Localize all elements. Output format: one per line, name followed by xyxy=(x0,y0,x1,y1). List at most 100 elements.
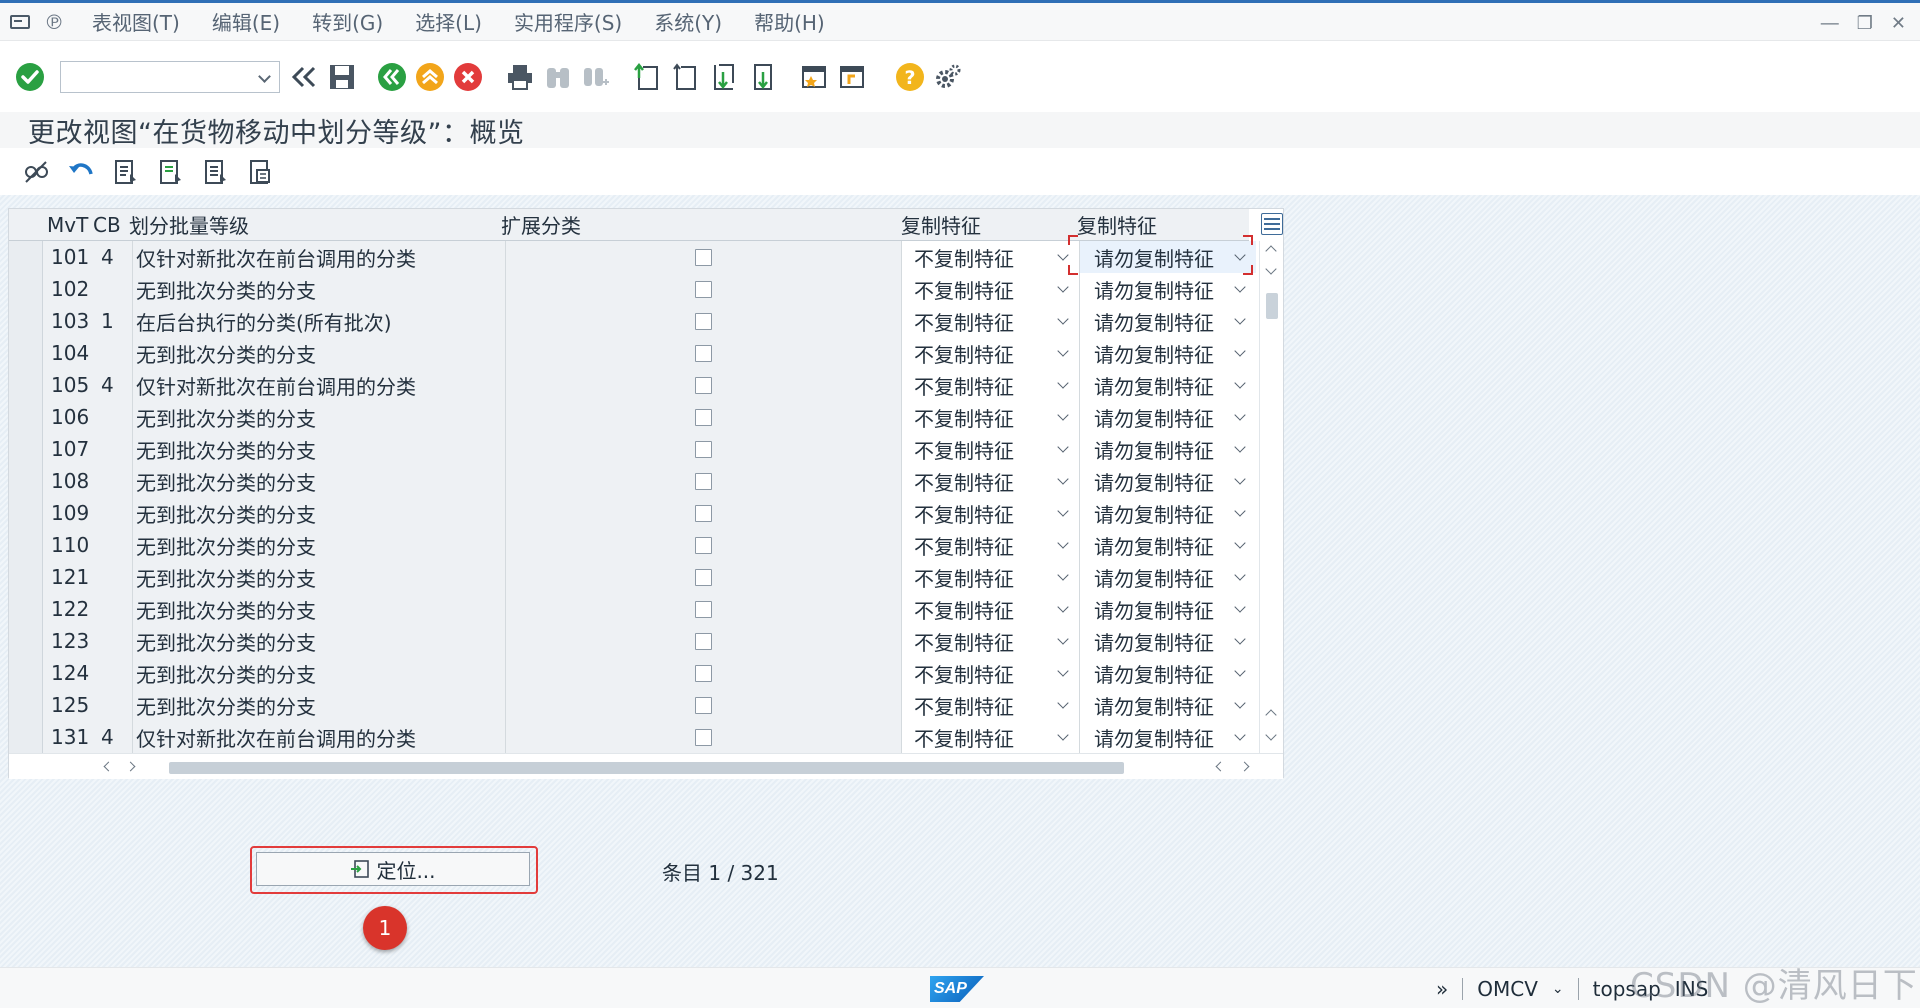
copy-characteristics-dropdown-2[interactable]: 请勿复制特征 xyxy=(1080,369,1256,401)
extended-class-checkbox[interactable] xyxy=(695,664,712,682)
exit-icon[interactable] xyxy=(414,61,446,93)
row-selector[interactable] xyxy=(9,561,43,593)
table-settings-icon[interactable] xyxy=(1261,213,1283,235)
copy-characteristics-dropdown-2[interactable]: 请勿复制特征 xyxy=(1080,497,1256,529)
extended-class-checkbox[interactable] xyxy=(695,728,712,746)
cancel-icon[interactable] xyxy=(452,61,484,93)
extended-class-checkbox[interactable] xyxy=(695,376,712,394)
vertical-scroll-thumb[interactable] xyxy=(1266,293,1278,319)
scroll-up-icon[interactable] xyxy=(1265,245,1277,257)
copy-characteristics-dropdown-2[interactable]: 请勿复制特征 xyxy=(1080,529,1256,561)
copy-characteristics-dropdown-1[interactable]: 不复制特征 xyxy=(902,497,1080,529)
position-button[interactable]: 定位... xyxy=(256,852,530,886)
scroll-left-icon[interactable] xyxy=(103,761,114,772)
header-copy-characteristics-2[interactable]: 复制特征 xyxy=(1077,209,1157,240)
copy-characteristics-dropdown-2[interactable]: 请勿复制特征 xyxy=(1080,337,1256,369)
extended-class-checkbox[interactable] xyxy=(695,280,712,298)
extended-class-checkbox[interactable] xyxy=(695,408,712,426)
new-entries-icon[interactable] xyxy=(110,156,142,188)
horizontal-scroll-thumb[interactable] xyxy=(169,762,1124,774)
copy-characteristics-dropdown-1[interactable]: 不复制特征 xyxy=(902,273,1080,305)
close-window-icon[interactable]: ✕ xyxy=(1891,13,1906,34)
copy-characteristics-dropdown-2[interactable]: 请勿复制特征 xyxy=(1080,721,1256,753)
horizontal-scrollbar[interactable] xyxy=(9,753,1283,779)
menu-goto[interactable]: 转到(G) xyxy=(312,7,383,36)
scroll-right-end-icon[interactable] xyxy=(1239,761,1250,772)
extended-class-checkbox[interactable] xyxy=(695,440,712,458)
back-double-icon[interactable] xyxy=(288,61,320,93)
header-extended-class[interactable]: 扩展分类 xyxy=(501,209,581,240)
select-all-header[interactable] xyxy=(9,209,43,240)
row-selector[interactable] xyxy=(9,337,43,369)
copy-characteristics-dropdown-1[interactable]: 不复制特征 xyxy=(902,305,1080,337)
extended-class-checkbox[interactable] xyxy=(695,248,712,266)
prev-page-icon[interactable] xyxy=(670,61,702,93)
extended-class-checkbox[interactable] xyxy=(695,600,712,618)
menu-selection[interactable]: 选择(L) xyxy=(415,7,482,36)
copy-characteristics-dropdown-1[interactable]: 不复制特征 xyxy=(902,241,1080,273)
row-selector[interactable] xyxy=(9,369,43,401)
minimize-icon[interactable]: ― xyxy=(1821,13,1839,34)
copy-characteristics-dropdown-2[interactable]: 请勿复制特征 xyxy=(1080,689,1256,721)
help-icon[interactable]: ? xyxy=(894,61,926,93)
row-selector[interactable] xyxy=(9,721,43,753)
header-cb[interactable]: CB xyxy=(93,209,121,240)
copy-characteristics-dropdown-1[interactable]: 不复制特征 xyxy=(902,689,1080,721)
copy-characteristics-dropdown-2[interactable]: 请勿复制特征 xyxy=(1080,401,1256,433)
page-down-icon[interactable] xyxy=(1265,729,1277,741)
copy-characteristics-dropdown-1[interactable]: 不复制特征 xyxy=(902,337,1080,369)
row-selector[interactable] xyxy=(9,433,43,465)
row-selector[interactable] xyxy=(9,625,43,657)
row-selector[interactable] xyxy=(9,273,43,305)
menu-system[interactable]: 系统(Y) xyxy=(654,7,722,36)
copy-characteristics-dropdown-1[interactable]: 不复制特征 xyxy=(902,433,1080,465)
command-field[interactable] xyxy=(60,61,280,93)
copy-characteristics-dropdown-1[interactable]: 不复制特征 xyxy=(902,369,1080,401)
row-selector[interactable] xyxy=(9,657,43,689)
copy-characteristics-dropdown-1[interactable]: 不复制特征 xyxy=(902,465,1080,497)
copy-characteristics-dropdown-1[interactable]: 不复制特征 xyxy=(902,401,1080,433)
copy-characteristics-dropdown-1[interactable]: 不复制特征 xyxy=(902,529,1080,561)
copy-characteristics-dropdown-2[interactable]: 请勿复制特征 xyxy=(1080,305,1256,337)
menu-app-icon[interactable] xyxy=(10,14,30,29)
extended-class-checkbox[interactable] xyxy=(695,312,712,330)
copy-characteristics-dropdown-1[interactable]: 不复制特征 xyxy=(902,593,1080,625)
copy-characteristics-dropdown-2[interactable]: 请勿复制特征 xyxy=(1080,657,1256,689)
header-mvt[interactable]: MvT xyxy=(47,209,88,240)
copy-characteristics-dropdown-1[interactable]: 不复制特征 xyxy=(902,561,1080,593)
extended-class-checkbox[interactable] xyxy=(695,568,712,586)
header-copy-characteristics-1[interactable]: 复制特征 xyxy=(901,209,981,240)
new-session-icon[interactable] xyxy=(798,61,830,93)
first-page-icon[interactable] xyxy=(632,61,664,93)
restore-icon[interactable]: ❐ xyxy=(1857,13,1873,34)
row-selector[interactable] xyxy=(9,593,43,625)
undo-icon[interactable] xyxy=(65,156,97,188)
personalize-icon[interactable]: ℗ xyxy=(44,10,64,34)
command-input[interactable] xyxy=(61,62,246,92)
row-selector[interactable] xyxy=(9,241,43,273)
save-icon[interactable] xyxy=(326,61,358,93)
copy-characteristics-dropdown-2[interactable]: 请勿复制特征 xyxy=(1080,593,1256,625)
copy-characteristics-dropdown-1[interactable]: 不复制特征 xyxy=(902,625,1080,657)
row-selector[interactable] xyxy=(9,465,43,497)
status-transaction[interactable]: OMCV xyxy=(1477,977,1538,1001)
header-batch-level[interactable]: 划分批量等级 xyxy=(129,209,249,240)
extended-class-checkbox[interactable] xyxy=(695,504,712,522)
row-selector[interactable] xyxy=(9,305,43,337)
copy-characteristics-dropdown-2[interactable]: 请勿复制特征 xyxy=(1080,465,1256,497)
row-selector[interactable] xyxy=(9,497,43,529)
extended-class-checkbox[interactable] xyxy=(695,536,712,554)
delete-entry-icon[interactable] xyxy=(200,156,232,188)
extended-class-checkbox[interactable] xyxy=(695,472,712,490)
copy-characteristics-dropdown-2[interactable]: 请勿复制特征 xyxy=(1080,241,1256,273)
display-change-icon[interactable] xyxy=(20,156,52,188)
copy-characteristics-dropdown-1[interactable]: 不复制特征 xyxy=(902,721,1080,753)
page-up-icon[interactable] xyxy=(1265,709,1277,721)
extended-class-checkbox[interactable] xyxy=(695,632,712,650)
copy-characteristics-dropdown-1[interactable]: 不复制特征 xyxy=(902,657,1080,689)
chevron-down-icon[interactable]: ⌄ xyxy=(1552,981,1564,997)
scroll-left-end-icon[interactable] xyxy=(1215,761,1226,772)
copy-characteristics-dropdown-2[interactable]: 请勿复制特征 xyxy=(1080,433,1256,465)
next-page-icon[interactable] xyxy=(708,61,740,93)
menu-table-view[interactable]: 表视图(T) xyxy=(92,7,180,36)
